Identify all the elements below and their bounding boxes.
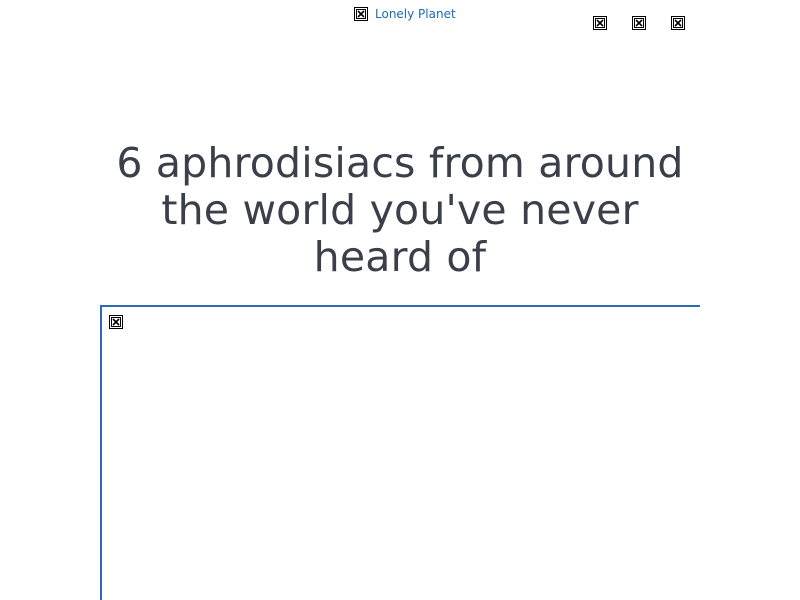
hero-broken-image-icon: [109, 315, 123, 329]
article-title: 6 aphrodisiacs from around the world you…: [116, 139, 684, 281]
header-action-1-broken-image-icon[interactable]: [593, 16, 607, 30]
hero-image-frame: [100, 305, 700, 600]
page: Lonely Planet 6 aphrodisiacs from around…: [0, 0, 800, 600]
logo-link[interactable]: Lonely Planet: [375, 7, 456, 21]
logo-broken-image-icon[interactable]: [354, 7, 368, 21]
header-action-3-broken-image-icon[interactable]: [671, 16, 685, 30]
header-action-2-broken-image-icon[interactable]: [632, 16, 646, 30]
